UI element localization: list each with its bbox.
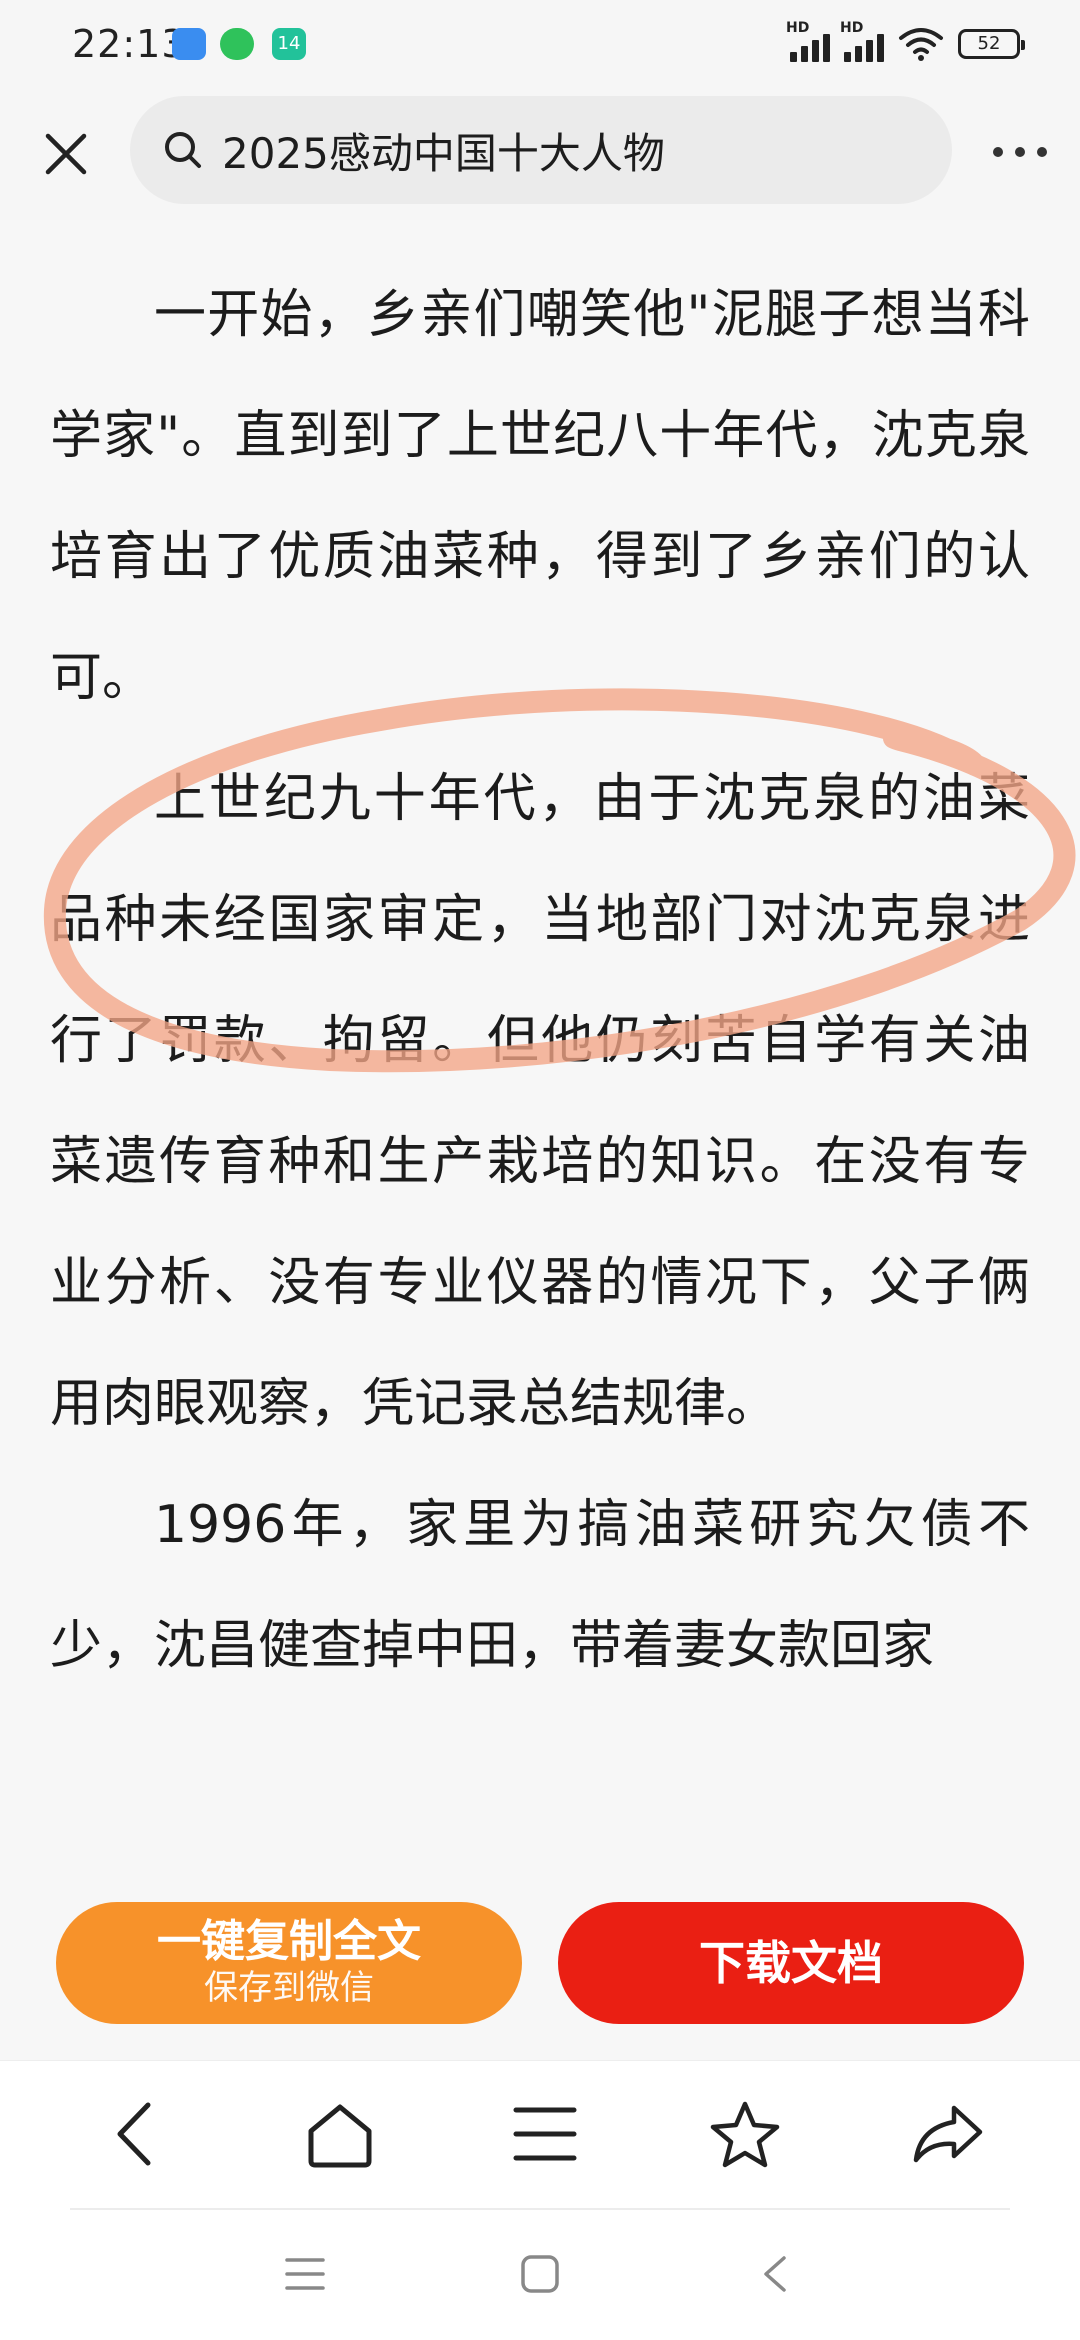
paragraph-1: 一开始，乡亲们嘲笑他"泥腿子想当科学家"。直到到了上世纪八十年代，沈克泉培育出了… [50, 285, 1030, 708]
home-square-icon [521, 2255, 559, 2293]
system-home-button[interactable] [505, 2246, 575, 2302]
paragraph-3: 1996年，家里为搞油菜研究欠债不少，沈昌健查掉中田，带着妻女款回家 [50, 1495, 1030, 1676]
status-indicators: HD HD 52 [786, 20, 1025, 62]
paragraph-2: 上世纪九十年代，由于沈克泉的油菜品种未经国家审定，当地部门对沈克泉进行了罚款、拘… [50, 769, 1030, 1434]
more-dots-icon [993, 147, 1047, 157]
signal-icon: HD [786, 20, 830, 62]
menu-icon [513, 2107, 577, 2161]
status-time: 22:13 [72, 22, 187, 66]
star-icon [710, 2101, 780, 2168]
share-button[interactable] [903, 2089, 993, 2179]
wifi-icon [899, 28, 943, 61]
wechat-icon [220, 28, 254, 60]
search-query-text: 2025感动中国十大人物 [222, 128, 665, 178]
bottom-toolbar [0, 2060, 1080, 2211]
copy-full-text-button[interactable]: 一键复制全文 保存到微信 [56, 1902, 522, 2024]
system-navigation-bar [0, 2210, 1080, 2340]
more-button[interactable] [980, 116, 1060, 188]
battery-icon: 52 [958, 29, 1025, 59]
article-body: 一开始，乡亲们嘲笑他"泥腿子想当科学家"。直到到了上世纪八十年代，沈克泉培育出了… [0, 220, 1080, 1880]
home-button[interactable] [295, 2089, 385, 2179]
recents-icon [285, 2258, 325, 2290]
recents-button[interactable] [270, 2246, 340, 2302]
back-triangle-icon [764, 2256, 786, 2292]
search-input[interactable]: 2025感动中国十大人物 [130, 96, 952, 204]
notification-badge-icon: 14 [272, 28, 306, 60]
cloud-app-icon [172, 28, 206, 60]
back-icon [117, 2102, 151, 2166]
close-button[interactable] [30, 118, 102, 190]
copy-button-sublabel: 保存到微信 [204, 1968, 374, 2008]
home-icon [308, 2104, 372, 2168]
close-icon [45, 133, 87, 175]
copy-button-label: 一键复制全文 [157, 1916, 421, 1967]
share-icon [913, 2105, 983, 2163]
action-bar: 一键复制全文 保存到微信 下载文档 [0, 1880, 1080, 2060]
status-bar: 22:13 14 HD HD 52 [0, 0, 1080, 96]
search-icon [158, 125, 208, 175]
system-back-button[interactable] [740, 2246, 810, 2302]
download-document-button[interactable]: 下载文档 [558, 1902, 1024, 2024]
signal-icon-2: HD [840, 20, 884, 62]
favorite-button[interactable] [700, 2089, 790, 2179]
content-fade [0, 1860, 1080, 1880]
menu-button[interactable] [500, 2089, 590, 2179]
back-button[interactable] [90, 2089, 180, 2179]
top-bar: 2025感动中国十大人物 [0, 96, 1080, 220]
